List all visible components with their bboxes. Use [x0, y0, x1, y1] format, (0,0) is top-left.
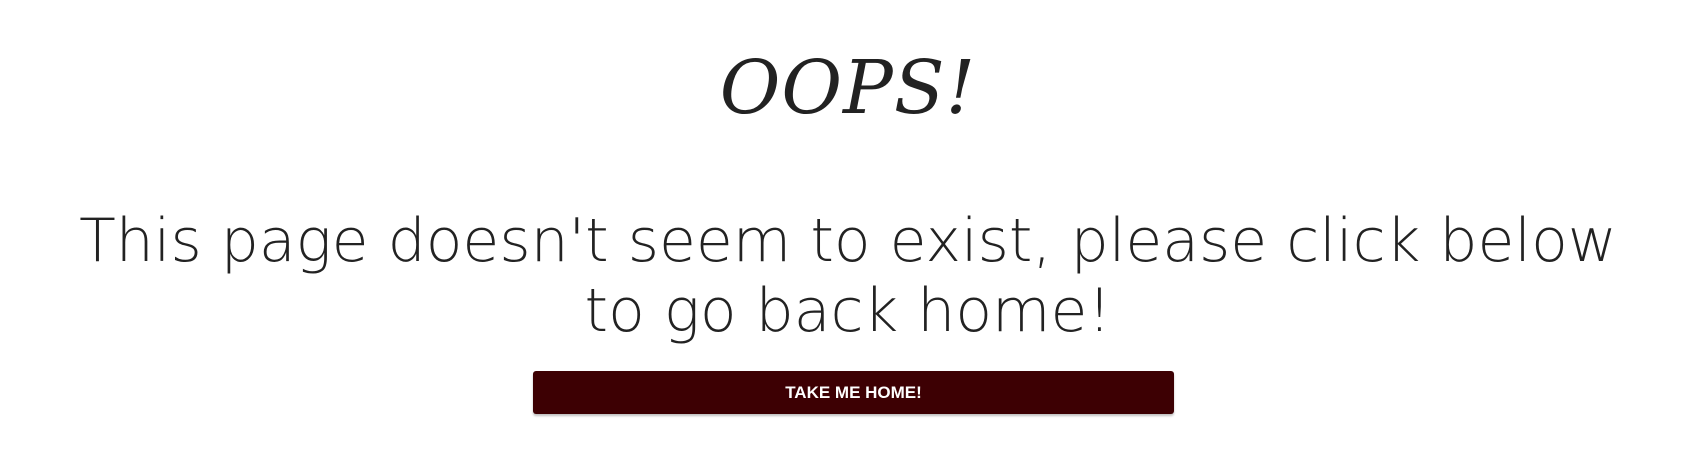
page-title: OOPS! [719, 45, 977, 131]
take-me-home-button[interactable]: TAKE ME HOME! [533, 371, 1174, 414]
error-page: OOPS! This page doesn't seem to exist, p… [0, 0, 1696, 457]
error-message: This page doesn't seem to exist, please … [79, 206, 1617, 346]
